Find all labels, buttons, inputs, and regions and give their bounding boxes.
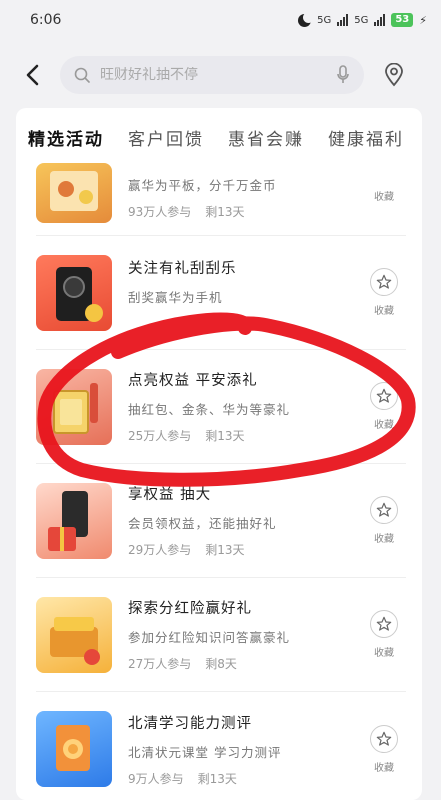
activity-title: 点亮权益 平安添礼 xyxy=(128,373,258,389)
activity-info: 关注有礼刮刮乐 刮奖赢华为手机 xyxy=(128,257,362,329)
activity-desc: 会员领权益，还能抽好礼 xyxy=(128,516,277,531)
activity-list: 赢华为平板，分千万金币 93万人参与剩13天 收藏 关注有礼刮刮乐 刮奖赢华为 xyxy=(16,162,422,800)
activity-info: 探索分红险赢好礼 参加分红险知识问答赢豪礼 27万人参与 剩8天 xyxy=(128,597,362,672)
location-button[interactable] xyxy=(374,55,414,95)
activity-thumbnail xyxy=(36,162,112,223)
star-icon xyxy=(370,268,398,296)
participants-count: 9万人参与 xyxy=(128,771,184,786)
favorite-label: 收藏 xyxy=(374,192,394,203)
prize-illustration-icon xyxy=(50,170,98,211)
participants-count: 27万人参与 xyxy=(128,657,192,671)
days-remaining: 剩13天 xyxy=(205,543,245,557)
activity-title: 北清学习能力测评 xyxy=(128,715,252,732)
star-icon xyxy=(370,382,398,410)
tab-health-benefits[interactable]: 健康福利 xyxy=(328,125,404,150)
favorite-button[interactable]: 收藏 xyxy=(362,610,406,659)
participants-count: 25万人参与 xyxy=(128,429,192,443)
gold-bar-icon xyxy=(53,382,98,434)
activity-info: 赢华为平板，分千万金币 93万人参与 剩13天 xyxy=(128,175,362,220)
activity-meta: 93万人参与 剩13天 xyxy=(128,203,362,220)
gift-phone-icon xyxy=(48,490,88,551)
favorite-label: 收藏 xyxy=(374,762,394,774)
activity-info: 点亮权益 平安添礼 抽红包、金条、华为等豪礼 25万人参与 剩13天 xyxy=(128,369,362,444)
activity-desc: 刮奖赢华为手机 xyxy=(128,289,223,305)
activity-info: 北清学习能力测评 北清状元课堂 学习力测评 9万人参与 剩13天 xyxy=(128,712,362,787)
activity-meta: 25万人参与 剩13天 xyxy=(128,427,362,444)
list-item[interactable]: 北清学习能力测评 北清状元课堂 学习力测评 9万人参与 剩13天 收藏 xyxy=(36,692,406,800)
battery-indicator: 53 xyxy=(391,13,414,27)
favorite-button[interactable]: 收藏 xyxy=(362,496,406,545)
activity-title: 探索分红险赢好礼 xyxy=(128,601,252,617)
tab-featured[interactable]: 精选活动 xyxy=(28,125,104,150)
days-remaining: 剩13天 xyxy=(197,771,237,786)
activity-meta: 29万人参与 剩13天 xyxy=(128,541,362,558)
activity-thumbnail xyxy=(36,368,112,445)
top-nav xyxy=(0,48,441,102)
activity-meta: 9万人参与 剩13天 xyxy=(128,770,362,787)
favorite-button[interactable]: 收藏 xyxy=(362,382,406,431)
activity-desc: 参加分红险知识问答赢豪礼 xyxy=(128,630,291,645)
activity-title: 关注有礼刮刮乐 xyxy=(128,260,237,277)
days-remaining: 剩8天 xyxy=(205,657,237,671)
activity-desc: 赢华为平板，分千万金币 xyxy=(128,178,277,193)
star-icon xyxy=(370,496,398,524)
tab-customer-rewards[interactable]: 客户回馈 xyxy=(128,125,204,150)
star-icon xyxy=(370,724,398,753)
book-icon xyxy=(56,725,90,771)
network-label-2: 5G xyxy=(354,14,369,26)
activity-title: 享权益 抽大 xyxy=(128,487,212,503)
signal-icon xyxy=(374,14,386,26)
status-time: 6:06 xyxy=(30,12,62,28)
tab-save-earn[interactable]: 惠省会赚 xyxy=(228,125,304,150)
list-item[interactable]: 享权益 抽大 会员领权益，还能抽好礼 29万人参与 剩13天 收藏 xyxy=(36,464,406,578)
category-tabs: 精选活动 客户回馈 惠省会赚 健康福利 xyxy=(16,108,422,166)
moon-icon xyxy=(298,11,315,27)
favorite-label: 收藏 xyxy=(374,534,394,545)
activity-meta: 27万人参与 剩8天 xyxy=(128,655,362,672)
favorite-label: 收藏 xyxy=(374,648,394,659)
activity-desc: 抽红包、金条、华为等豪礼 xyxy=(128,402,291,417)
status-icons: 5G 5G 53 ⚡ xyxy=(298,11,427,27)
phone-prize-icon xyxy=(56,266,103,322)
charging-icon: ⚡ xyxy=(419,13,427,27)
search-input[interactable] xyxy=(100,67,326,83)
favorite-label: 收藏 xyxy=(374,306,394,317)
star-icon xyxy=(370,610,398,638)
list-item[interactable]: 点亮权益 平安添礼 抽红包、金条、华为等豪礼 25万人参与 剩13天 收藏 xyxy=(36,350,406,464)
participants-count: 93万人参与 xyxy=(128,205,192,219)
days-remaining: 剩13天 xyxy=(205,205,245,219)
status-bar: 6:06 5G 5G 53 ⚡ xyxy=(0,0,441,40)
activity-panel: 精选活动 客户回馈 惠省会赚 健康福利 赢华为平板，分千万金币 93万人参与 剩1… xyxy=(16,108,422,800)
favorite-button[interactable]: 收藏 xyxy=(362,724,406,774)
favorite-button[interactable]: 收藏 xyxy=(362,268,406,317)
activity-thumbnail xyxy=(36,254,112,331)
microphone-icon[interactable] xyxy=(336,65,350,85)
location-pin-icon xyxy=(385,63,403,87)
activity-thumbnail xyxy=(36,596,112,673)
chevron-left-icon xyxy=(26,64,39,86)
network-label-1: 5G xyxy=(317,14,332,26)
days-remaining: 剩13天 xyxy=(205,429,245,443)
activity-meta xyxy=(128,315,362,329)
activity-thumbnail xyxy=(36,711,112,787)
list-item[interactable]: 关注有礼刮刮乐 刮奖赢华为手机 收藏 xyxy=(36,236,406,350)
activity-desc: 北清状元课堂 学习力测评 xyxy=(128,744,282,760)
activity-thumbnail xyxy=(36,482,112,559)
search-icon xyxy=(74,67,90,83)
back-button[interactable] xyxy=(12,55,52,95)
search-box[interactable] xyxy=(60,56,364,94)
list-item[interactable]: 赢华为平板，分千万金币 93万人参与 剩13天 收藏 xyxy=(36,162,406,236)
treasure-icon xyxy=(50,616,100,665)
favorite-button[interactable]: 收藏 xyxy=(362,188,406,203)
favorite-label: 收藏 xyxy=(374,420,394,431)
activity-info: 享权益 抽大 会员领权益，还能抽好礼 29万人参与 剩13天 xyxy=(128,483,362,558)
participants-count: 29万人参与 xyxy=(128,543,192,557)
list-item[interactable]: 探索分红险赢好礼 参加分红险知识问答赢豪礼 27万人参与 剩8天 收藏 xyxy=(36,578,406,692)
signal-icon xyxy=(337,14,349,26)
